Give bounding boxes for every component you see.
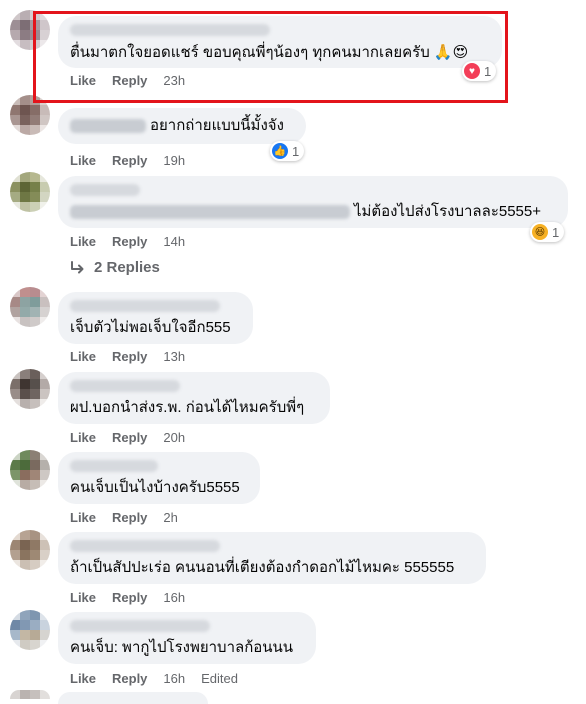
like-button[interactable]: Like	[70, 590, 96, 605]
reaction-summary[interactable]: 👍 1	[270, 141, 305, 161]
author-name-blurred[interactable]	[70, 300, 220, 312]
comment-text: ถ้าเป็นสัปปะเร่อ คนนอนที่เตียงต้องกำดอกไ…	[70, 559, 455, 576]
reaction-summary[interactable]: ♥ 1	[462, 61, 497, 81]
author-name-blurred[interactable]	[70, 380, 180, 392]
comment-bubble: คนเจ็บเป็นไงบ้างครับ5555	[58, 452, 260, 504]
replies-count[interactable]: 2 Replies	[94, 259, 160, 276]
author-name-blurred[interactable]	[70, 540, 220, 552]
timestamp[interactable]: 16h	[163, 671, 185, 686]
reply-button[interactable]: Reply	[112, 510, 147, 525]
comment-text: ไม่ต้องไปส่งโรงบาลละ5555+	[70, 202, 556, 222]
author-name-blurred[interactable]	[70, 119, 146, 134]
comment-text: ตื่นมาตกใจยอดแชร์ ขอบคุณพี่ๆน้องๆ ทุกคนม…	[70, 42, 490, 63]
comment-actions: Like Reply 19h	[70, 153, 185, 168]
comment-actions: Like Reply 16h Edited	[70, 671, 238, 686]
like-button[interactable]: Like	[70, 430, 96, 445]
avatar[interactable]	[10, 610, 50, 650]
comment-text-body: ไม่ต้องไปส่งโรงบาลละ5555+	[354, 203, 542, 220]
view-replies-link[interactable]: 2 Replies	[70, 259, 160, 276]
reply-button[interactable]: Reply	[112, 234, 147, 249]
comment-text: คนเจ็บเป็นไงบ้างครับ5555	[70, 479, 240, 496]
author-name-blurred[interactable]	[70, 24, 270, 36]
haha-icon: 😆	[532, 224, 548, 240]
comment-bubble: ไม่ต้องไปส่งโรงบาลละ5555+	[58, 176, 568, 228]
reply-button[interactable]: Reply	[112, 73, 147, 88]
comment-actions: Like Reply 2h	[70, 510, 178, 525]
comment-bubble: ผป.บอกนำส่งร.พ. ก่อนได้ไหมครับพี่ๆ	[58, 372, 330, 424]
comment-text: เจ็บตัวไม่พอเจ็บใจอีก555	[70, 319, 231, 336]
comment-actions: Like Reply 14h	[70, 234, 185, 249]
avatar[interactable]	[10, 95, 50, 135]
author-name-blurred[interactable]	[70, 460, 158, 472]
timestamp[interactable]: 19h	[163, 153, 185, 168]
edited-label: Edited	[201, 671, 238, 686]
timestamp[interactable]: 16h	[163, 590, 185, 605]
author-name-blurred[interactable]	[70, 184, 140, 196]
comment-actions: Like Reply 13h	[70, 349, 185, 364]
reply-button[interactable]: Reply	[112, 349, 147, 364]
comment-bubble: เจ็บตัวไม่พอเจ็บใจอีก555	[58, 292, 253, 344]
comment-bubble: อยากถ่ายแบบนี้มั้งจัง	[58, 108, 306, 144]
comment-text-body: ตื่นมาตกใจยอดแชร์ ขอบคุณพี่ๆน้องๆ ทุกคนม…	[70, 44, 430, 61]
like-button[interactable]: Like	[70, 671, 96, 686]
avatar[interactable]	[10, 530, 50, 570]
comment-text-body: อยากถ่ายแบบนี้มั้งจัง	[150, 117, 284, 134]
reaction-summary[interactable]: 😆 1	[530, 222, 565, 242]
reply-button[interactable]: Reply	[112, 590, 147, 605]
author-name-blurred[interactable]	[70, 620, 210, 632]
comment-actions: Like Reply 20h	[70, 430, 185, 445]
reaction-count: 1	[552, 224, 560, 240]
like-button[interactable]: Like	[70, 349, 96, 364]
reply-arrow-icon	[71, 260, 84, 273]
comment-text: คนเจ็บ: พากูไปโรงพยาบาลก้อนนน	[70, 639, 294, 656]
timestamp[interactable]: 2h	[163, 510, 177, 525]
like-button[interactable]: Like	[70, 73, 96, 88]
timestamp[interactable]: 14h	[163, 234, 185, 249]
comment-bubble: ถ้าเป็นสัปปะเร่อ คนนอนที่เตียงต้องกำดอกไ…	[58, 532, 486, 584]
like-button[interactable]: Like	[70, 510, 96, 525]
reply-button[interactable]: Reply	[112, 430, 147, 445]
reaction-count: 1	[292, 143, 300, 159]
emoji: 🙏😍	[433, 43, 469, 61]
avatar[interactable]	[10, 10, 50, 50]
reply-button[interactable]: Reply	[112, 153, 147, 168]
avatar[interactable]	[10, 369, 50, 409]
timestamp[interactable]: 20h	[163, 430, 185, 445]
comment-bubble	[58, 692, 208, 704]
timestamp[interactable]: 13h	[163, 349, 185, 364]
like-button[interactable]: Like	[70, 234, 96, 249]
like-button[interactable]: Like	[70, 153, 96, 168]
blurred-text	[70, 205, 350, 220]
comment-bubble: ตื่นมาตกใจยอดแชร์ ขอบคุณพี่ๆน้องๆ ทุกคนม…	[58, 16, 502, 68]
comment-text: ผป.บอกนำส่งร.พ. ก่อนได้ไหมครับพี่ๆ	[70, 399, 305, 416]
comment-bubble: คนเจ็บ: พากูไปโรงพยาบาลก้อนนน	[58, 612, 316, 664]
avatar[interactable]	[10, 172, 50, 212]
comment-actions: Like Reply 23h	[70, 73, 185, 88]
avatar[interactable]	[10, 450, 50, 490]
comment-text: อยากถ่ายแบบนี้มั้งจัง	[70, 116, 294, 136]
timestamp[interactable]: 23h	[163, 73, 185, 88]
reaction-count: 1	[484, 63, 492, 79]
reply-button[interactable]: Reply	[112, 671, 147, 686]
comment-actions: Like Reply 16h	[70, 590, 185, 605]
avatar[interactable]	[10, 287, 50, 327]
avatar[interactable]	[10, 690, 50, 699]
love-icon: ♥	[464, 63, 480, 79]
like-icon: 👍	[272, 143, 288, 159]
